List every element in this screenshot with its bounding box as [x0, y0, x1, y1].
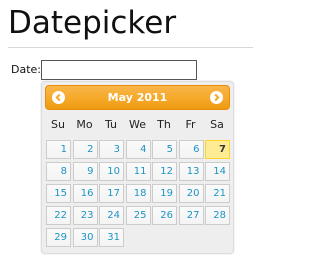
day-cell[interactable]: 25: [125, 206, 151, 225]
date-label: Date:: [11, 63, 41, 76]
day-cell[interactable]: 18: [125, 184, 151, 203]
weekday-label: Sa: [210, 118, 224, 131]
weekday-label: Fr: [185, 118, 196, 131]
date-input[interactable]: [41, 60, 197, 80]
day-cell[interactable]: 22: [46, 206, 71, 225]
day-cell[interactable]: 7: [205, 140, 230, 159]
day-cell[interactable]: 26: [152, 206, 177, 225]
day-cell[interactable]: 11: [125, 162, 151, 181]
day-cell[interactable]: 8: [46, 162, 71, 181]
divider: [8, 47, 253, 48]
day-cell[interactable]: 24: [99, 206, 124, 225]
weekday-label: Tu: [104, 118, 118, 131]
weekday-label: We: [129, 118, 146, 131]
day-cell[interactable]: 4: [125, 140, 151, 159]
day-cell[interactable]: 23: [72, 206, 98, 225]
page-title: Datepicker: [8, 5, 177, 41]
day-cell[interactable]: 17: [99, 184, 124, 203]
day-cell[interactable]: 15: [46, 184, 71, 203]
weekday-label: Su: [51, 118, 65, 131]
day-cell[interactable]: 31: [99, 228, 124, 247]
day-cell[interactable]: 9: [72, 162, 98, 181]
day-cell[interactable]: 14: [205, 162, 230, 181]
day-cell[interactable]: 12: [152, 162, 177, 181]
day-cell[interactable]: 30: [72, 228, 98, 247]
day-cell[interactable]: 10: [99, 162, 124, 181]
day-cell[interactable]: 6: [178, 140, 204, 159]
weekday-label: Mo: [76, 118, 93, 131]
day-cell[interactable]: 2: [72, 140, 98, 159]
day-cell[interactable]: 5: [152, 140, 177, 159]
datepicker-popup: May 2011 Su Mo Tu We Th Fr Sa 1 2 3 4 5 6 7 8 9 10 11 12 1…: [41, 81, 234, 254]
day-cell[interactable]: 3: [99, 140, 124, 159]
day-cell[interactable]: 1: [46, 140, 71, 159]
day-cell[interactable]: 19: [152, 184, 177, 203]
weekday-header-row: Su Mo Tu We Th Fr Sa: [45, 115, 230, 135]
datepicker-header: May 2011: [45, 85, 230, 110]
day-cell[interactable]: 16: [72, 184, 98, 203]
weekday-label: Th: [157, 118, 171, 131]
day-cell[interactable]: 20: [178, 184, 204, 203]
month-title: May 2011: [107, 91, 168, 104]
day-cell[interactable]: 28: [205, 206, 230, 225]
day-cell[interactable]: 27: [178, 206, 204, 225]
chevron-right-icon: [214, 93, 220, 102]
next-month-button[interactable]: [210, 91, 223, 104]
day-cell[interactable]: 29: [46, 228, 71, 247]
day-cell[interactable]: 13: [178, 162, 204, 181]
day-cell[interactable]: 21: [205, 184, 230, 203]
